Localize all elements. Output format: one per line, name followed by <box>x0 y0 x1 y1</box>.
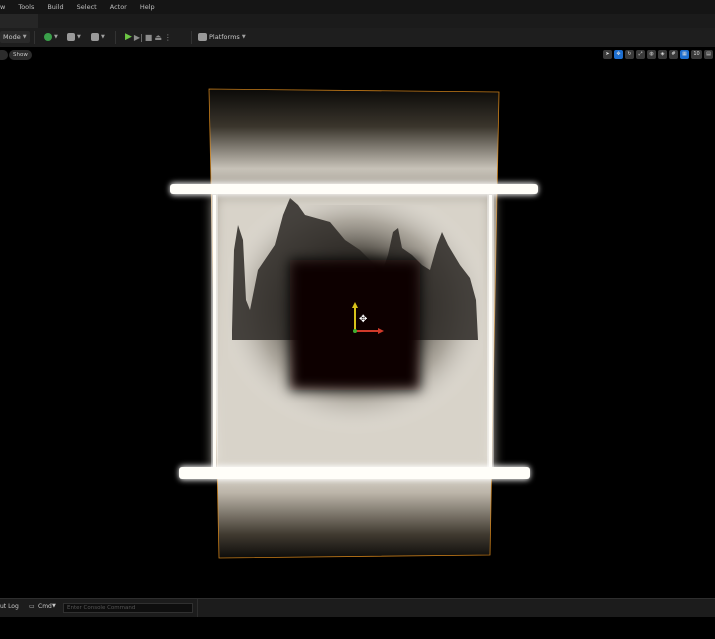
blueprint-icon <box>67 33 75 41</box>
show-label: Show <box>13 52 28 58</box>
level-tab[interactable] <box>0 14 38 28</box>
console-command-input[interactable]: Enter Console Command <box>63 603 193 613</box>
add-actor-icon <box>44 33 52 41</box>
toolbar-divider <box>191 31 192 44</box>
add-actor-button[interactable]: ▼ <box>44 31 58 43</box>
toolbar-divider <box>115 31 116 44</box>
menu-build[interactable]: Build <box>47 3 63 11</box>
clapper-icon <box>91 33 99 41</box>
menu-actor[interactable]: Actor <box>110 3 127 11</box>
footer-area <box>0 617 715 639</box>
chevron-down-icon: ▼ <box>77 34 81 40</box>
chevron-down-icon: ▼ <box>101 34 105 40</box>
menu-select[interactable]: Select <box>77 3 97 11</box>
select-mode-icon[interactable]: ➤ <box>603 50 612 59</box>
rotate-tool-icon[interactable]: ↻ <box>625 50 634 59</box>
light-bar-top <box>170 184 538 194</box>
menu-bar: w Tools Build Select Actor Help <box>0 0 715 14</box>
main-toolbar: Mode ▼ ▼ ▼ ▼ ▶ ▶| ■ ⏏ ⋮ Platforms ▼ <box>0 28 715 48</box>
grid-snap-icon[interactable]: # <box>669 50 678 59</box>
play-icon[interactable]: ▶ <box>125 32 132 42</box>
blueprint-button[interactable]: ▼ <box>67 31 81 43</box>
platforms-label: Platforms <box>209 33 240 41</box>
transform-tools: ➤ ✥ ↻ ⤢ ◍ ◈ # ▦ 10 ▤ <box>603 50 713 60</box>
level-viewport[interactable]: ✥ <box>0 63 715 598</box>
play-controls: ▶ ▶| ■ ⏏ ⋮ <box>125 31 172 43</box>
chevron-down-icon: ▼ <box>54 34 58 40</box>
menu-tools[interactable]: Tools <box>18 3 34 11</box>
more-options-icon[interactable]: ⋮ <box>164 33 172 42</box>
menu-window[interactable]: w <box>0 3 5 11</box>
viewport-options-button[interactable] <box>0 50 8 60</box>
grid-snap-toggle[interactable]: ▦ <box>680 50 689 59</box>
show-button[interactable]: Show <box>9 50 32 60</box>
world-local-icon[interactable]: ◍ <box>647 50 656 59</box>
surface-snap-icon[interactable]: ◈ <box>658 50 667 59</box>
cmd-dropdown[interactable]: Cmd <box>38 603 52 610</box>
move-tool-icon[interactable]: ✥ <box>614 50 623 59</box>
mode-label: Mode <box>3 33 21 41</box>
eject-icon[interactable]: ⏏ <box>154 33 162 42</box>
chevron-down-icon: ▼ <box>52 603 56 609</box>
console-icon: ▭ <box>29 603 35 610</box>
light-bar-bottom <box>179 467 530 479</box>
viewport-toolbar: Show ➤ ✥ ↻ ⤢ ◍ ◈ # ▦ 10 ▤ <box>0 47 715 63</box>
camera-speed-icon[interactable]: ▤ <box>704 50 713 59</box>
scale-tool-icon[interactable]: ⤢ <box>636 50 645 59</box>
viewport-scene: ✥ <box>170 88 538 559</box>
toolbar-divider <box>34 31 35 44</box>
chevron-down-icon: ▼ <box>22 34 27 40</box>
menu-help[interactable]: Help <box>140 3 155 11</box>
status-divider <box>197 599 198 618</box>
svg-text:✥: ✥ <box>359 314 367 325</box>
stop-icon[interactable]: ■ <box>145 33 153 42</box>
snap-value[interactable]: 10 <box>691 50 702 59</box>
cinematics-button[interactable]: ▼ <box>91 31 105 43</box>
bottom-status-bar: ut Log ▭ Cmd ▼ Enter Console Command <box>0 598 715 618</box>
step-icon[interactable]: ▶| <box>134 33 143 42</box>
tab-strip <box>0 14 715 28</box>
output-log-button[interactable]: ut Log <box>0 603 19 610</box>
mode-dropdown[interactable]: Mode ▼ <box>0 31 30 43</box>
platforms-icon <box>198 33 207 41</box>
chevron-down-icon: ▼ <box>241 34 246 40</box>
platforms-dropdown[interactable]: Platforms ▼ <box>198 31 246 43</box>
